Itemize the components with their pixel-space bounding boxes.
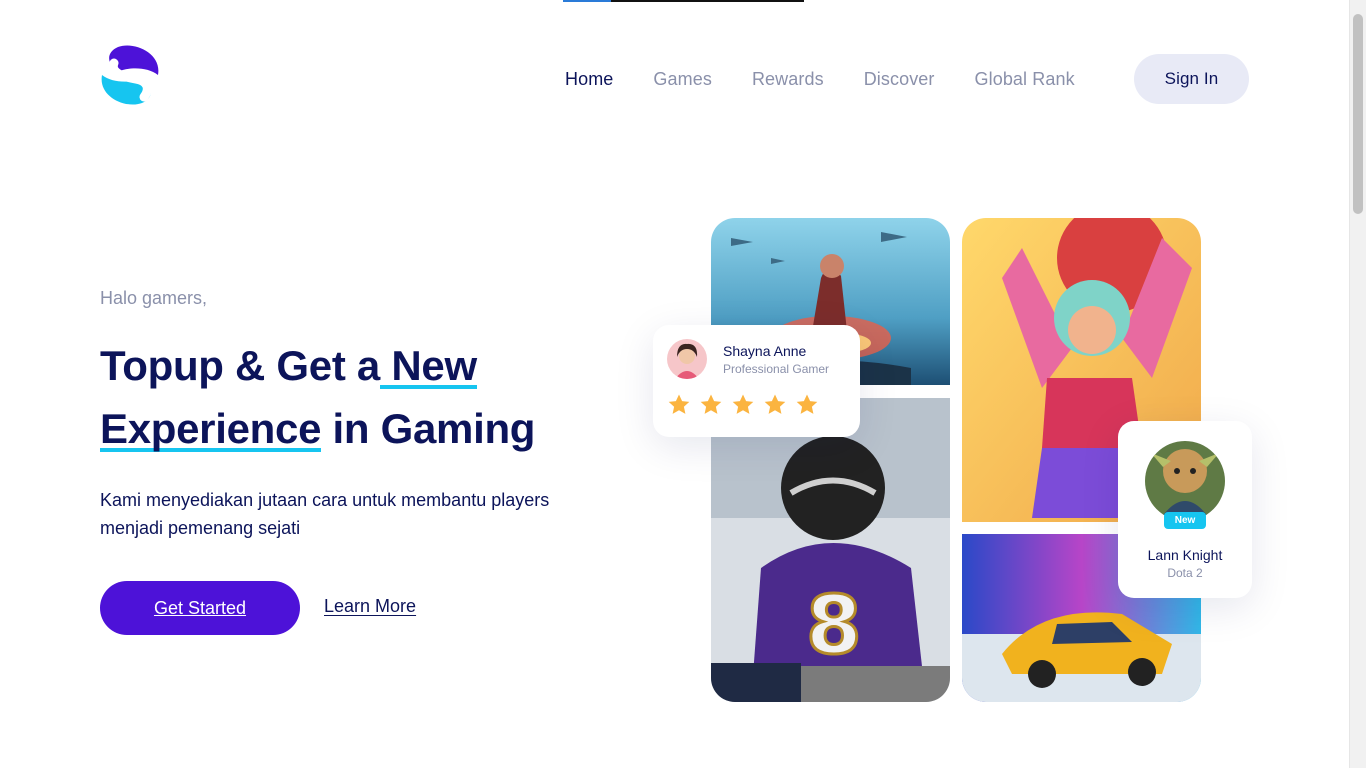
get-started-button[interactable]: Get Started [100,581,300,635]
star-icon [732,394,754,414]
star-icon [668,394,690,414]
nav-global-rank[interactable]: Global Rank [975,69,1075,90]
scrollbar-thumb[interactable] [1353,14,1363,214]
nav-discover[interactable]: Discover [864,69,935,90]
star-rating [667,393,827,417]
star-icon [700,394,722,414]
greeting-text: Halo gamers, [100,288,208,308]
player-card[interactable]: New Lann Knight Dota 2 [1118,421,1252,598]
headline-highlight-1: New [379,342,477,389]
headline-highlight-2: Experience [100,405,322,452]
reviewer-role: Professional Gamer [723,362,830,376]
top-progress-bar [563,0,804,2]
headline-part-1: Topup & Get a [100,342,380,389]
nav-rewards[interactable]: Rewards [752,69,824,90]
avatar [667,339,707,379]
s-logo-icon[interactable] [100,45,160,105]
sign-in-button[interactable]: Sign In [1134,54,1249,104]
player-name: Lann Knight [1147,547,1223,563]
main-nav: Home Games Rewards Discover Global Rank … [545,54,1249,104]
player-game: Dota 2 [1167,566,1203,580]
page-scrollbar[interactable] [1349,0,1366,768]
review-card: Shayna Anne Professional Gamer [653,325,860,437]
game-tile-football[interactable]: 8 [711,398,950,702]
learn-more-link[interactable]: Learn More [324,596,416,617]
hero-description: Kami menyediakan jutaan cara untuk memba… [100,490,550,538]
nav-games[interactable]: Games [653,69,712,90]
headline-part-2: in Gaming [321,405,536,452]
new-badge: New [1164,512,1206,529]
avatar [1145,441,1225,521]
reviewer-name: Shayna Anne [723,343,807,359]
svg-text:8: 8 [806,579,862,672]
star-icon [796,394,818,414]
star-icon [764,394,786,414]
nav-home[interactable]: Home [565,69,613,90]
hero-headline: Topup & Get a New Experience in Gaming [100,334,620,460]
